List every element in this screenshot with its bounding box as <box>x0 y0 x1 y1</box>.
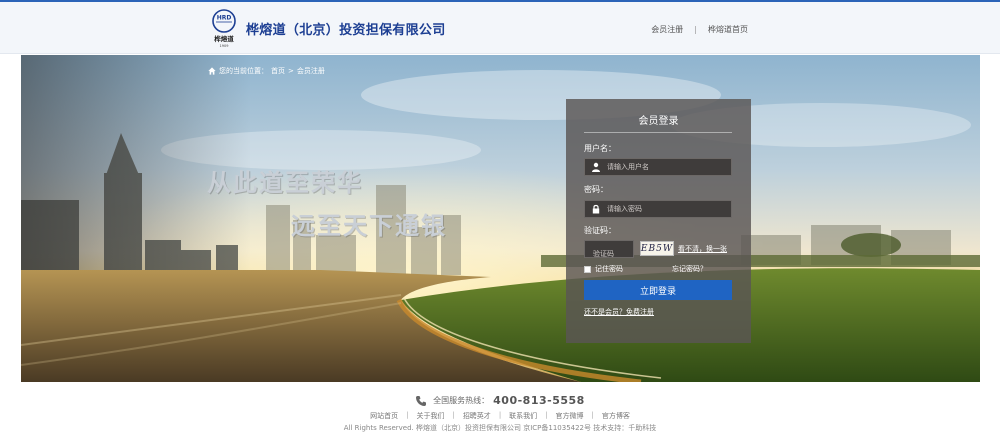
city-road-background-image <box>21 55 980 382</box>
breadcrumb-prefix: 您的当前位置： <box>219 67 268 75</box>
footer-nav: 网站首页 | 关于我们 | 招聘英才 | 联系我们 | 官方微博 | 官方博客 <box>0 411 1000 421</box>
remember-checkbox[interactable] <box>584 265 591 273</box>
hotline-number: 400-813-5558 <box>493 394 585 407</box>
header-separator: | <box>694 25 697 34</box>
footer-separator: | <box>545 411 548 419</box>
register-link[interactable]: 还不是会员？免费注册 <box>584 307 654 317</box>
footer-link-blog[interactable]: 官方博客 <box>602 411 630 421</box>
login-title: 会员登录 <box>638 116 679 127</box>
password-label: 密码： <box>584 185 608 194</box>
logo-mark-icon: HRD 桦熔道 1909 <box>210 8 238 48</box>
header-link-home[interactable]: 桦熔道首页 <box>708 24 748 35</box>
user-icon <box>592 162 600 172</box>
captcha-refresh-link[interactable]: 看不清，换一张 <box>678 244 727 254</box>
remember-label: 记住密码 <box>595 265 623 273</box>
footer-link-home[interactable]: 网站首页 <box>370 411 398 421</box>
username-label: 用户名： <box>584 144 616 153</box>
footer-separator: | <box>452 411 455 419</box>
forgot-password-link[interactable]: 忘记密码？ <box>672 264 707 274</box>
header-link-register[interactable]: 会员注册 <box>651 24 683 35</box>
captcha-image[interactable]: EB5W <box>640 241 674 256</box>
password-input[interactable] <box>607 205 727 213</box>
captcha-input[interactable] <box>585 246 633 262</box>
footer-link-about[interactable]: 关于我们 <box>416 411 444 421</box>
site-header: HRD 桦熔道 1909 桦熔道（北京）投资担保有限公司 会员注册 | 桦熔道首… <box>0 2 1000 54</box>
logo[interactable]: HRD 桦熔道 1909 桦熔道（北京）投资担保有限公司 <box>210 8 446 48</box>
captcha-label: 验证码： <box>584 226 616 235</box>
hero-banner: 从此道至荣华 远至天下通银 <box>21 55 980 382</box>
banner-slogan-line2: 远至天下通银 <box>291 212 447 240</box>
banner-slogan-line1: 从此道至荣华 <box>207 169 363 197</box>
footer-link-contact[interactable]: 联系我们 <box>509 411 537 421</box>
captcha-field[interactable] <box>584 240 634 262</box>
login-submit-button[interactable]: 立即登录 <box>584 280 732 300</box>
lock-icon <box>592 204 600 214</box>
breadcrumb: 您的当前位置： 首页 > 会员注册 <box>208 66 325 76</box>
header-nav: 会员注册 | 桦熔道首页 <box>651 24 748 35</box>
remember-password[interactable]: 记住密码 <box>584 264 623 274</box>
footer-separator: | <box>498 411 502 419</box>
footer-separator: | <box>406 411 409 419</box>
hotline: 全国服务热线： 400-813-5558 <box>0 394 1000 407</box>
svg-text:1909: 1909 <box>220 44 229 48</box>
svg-text:HRD: HRD <box>217 15 232 22</box>
footer-link-careers[interactable]: 招聘英才 <box>463 411 491 421</box>
footer-separator: | <box>591 411 594 419</box>
copyright: All Rights Reserved. 桦熔道（北京）投资担保有限公司 京IC… <box>343 424 657 432</box>
site-footer: 全国服务热线： 400-813-5558 网站首页 | 关于我们 | 招聘英才 … <box>0 383 1000 441</box>
breadcrumb-home[interactable]: 首页 <box>271 66 285 76</box>
breadcrumb-separator: > <box>288 67 294 75</box>
login-panel: 会员登录 用户名： 密码： 验证码： EB5W 看不清，换一张 记住密码 忘记密… <box>566 99 751 343</box>
login-divider <box>584 132 732 133</box>
username-input[interactable] <box>607 163 727 171</box>
hotline-label: 全国服务热线： <box>433 396 490 405</box>
phone-icon <box>416 395 427 406</box>
home-icon <box>208 67 216 75</box>
breadcrumb-current: 会员注册 <box>296 67 325 75</box>
company-name: 桦熔道（北京）投资担保有限公司 <box>246 22 446 38</box>
svg-text:桦熔道: 桦熔道 <box>213 34 234 43</box>
footer-link-weibo[interactable]: 官方微博 <box>556 411 584 421</box>
password-field[interactable] <box>584 200 732 218</box>
username-field[interactable] <box>584 158 732 176</box>
